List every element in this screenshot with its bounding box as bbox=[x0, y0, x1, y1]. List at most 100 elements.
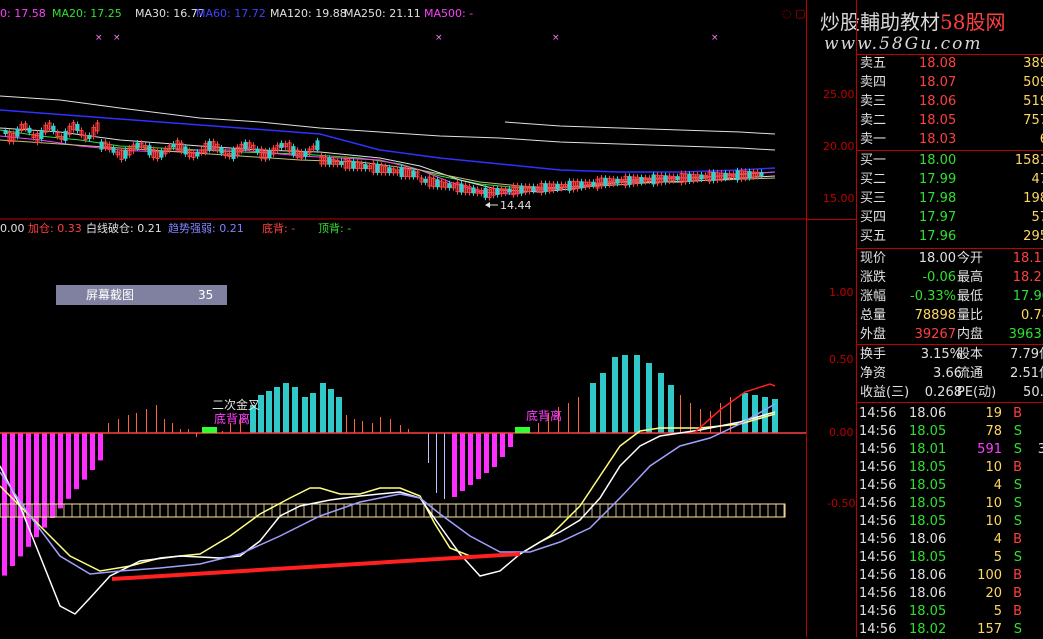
tick-time: 14:56 bbox=[859, 586, 897, 601]
histogram-bar bbox=[742, 393, 748, 433]
tick-row[interactable]: 14:56 18.06 100 B bbox=[857, 566, 1043, 585]
indicator-legend-item: 顶背: - bbox=[318, 222, 352, 235]
histogram-bar bbox=[362, 421, 363, 433]
bid-volume: 295 bbox=[1023, 229, 1043, 244]
tick-price: 18.06 bbox=[909, 586, 947, 601]
indicator-chart[interactable] bbox=[0, 236, 806, 637]
tick-row[interactable]: 14:56 18.05 78 S bbox=[857, 422, 1043, 441]
bid-label: 买二 bbox=[860, 172, 887, 187]
white-line bbox=[0, 411, 776, 615]
histogram-bar bbox=[538, 423, 539, 433]
histogram-bar bbox=[128, 415, 129, 433]
price-chart[interactable] bbox=[0, 0, 806, 220]
tick-row[interactable]: 14:56 18.05 5 S bbox=[857, 548, 1043, 567]
value-axis: 25.00 20.00 15.00 1.00 0.50 0.00 -0.50 bbox=[806, 0, 857, 637]
tick-side: B bbox=[1013, 460, 1022, 475]
tick-row[interactable]: 14:56 18.02 157 S bbox=[857, 620, 1043, 639]
tick-row[interactable]: 14:56 18.06 4 B bbox=[857, 530, 1043, 549]
tick-price: 18.05 bbox=[909, 478, 947, 493]
tick-row[interactable]: 14:56 18.05 5 B bbox=[857, 602, 1043, 621]
bid-volume: 57 bbox=[1031, 210, 1043, 225]
tick-price: 18.05 bbox=[909, 604, 947, 619]
chart-area[interactable]: 0: 17.58 MA20: 17.25 MA30: 16.77 MA60: 17.7… bbox=[0, 0, 806, 637]
tick-price: 18.06 bbox=[909, 532, 947, 547]
histogram-bar bbox=[328, 389, 334, 433]
bid-label: 买三 bbox=[860, 191, 887, 206]
quote-label: 最低 bbox=[957, 289, 984, 304]
histogram-bar bbox=[428, 433, 429, 463]
ask-row: 卖二 18.05 757 bbox=[857, 111, 1043, 130]
bid-price: 17.97 bbox=[919, 210, 957, 225]
bid-price: 17.96 bbox=[919, 229, 957, 244]
ask-row: 卖五 18.08 389 bbox=[857, 54, 1043, 73]
tick-price: 18.05 bbox=[909, 460, 947, 475]
ask-row: 卖三 18.06 519 bbox=[857, 92, 1043, 111]
tick-time: 14:56 bbox=[859, 550, 897, 565]
tick-volume: 10 bbox=[985, 496, 1002, 511]
tick-price: 18.06 bbox=[909, 406, 947, 421]
histogram-bar bbox=[164, 419, 165, 433]
histogram-bar bbox=[634, 355, 640, 433]
ask-label: 卖一 bbox=[860, 132, 887, 147]
quote-label: 今开 bbox=[957, 251, 984, 266]
tick-time: 14:56 bbox=[859, 514, 897, 529]
tick-row[interactable]: 14:56 18.05 4 S bbox=[857, 476, 1043, 495]
bid-label: 买五 bbox=[860, 229, 887, 244]
histogram-bar bbox=[156, 405, 157, 433]
tick-side: S bbox=[1013, 424, 1022, 439]
quote-label: 涨幅 bbox=[860, 289, 887, 304]
fund-row: 净资3.66流通2.51亿 bbox=[857, 364, 1043, 383]
fund-value: 3.15% bbox=[920, 347, 962, 362]
histogram-bar bbox=[274, 387, 280, 433]
ma-line-magenta bbox=[0, 135, 776, 195]
histogram-bar bbox=[436, 433, 437, 493]
price-tick-20: 20.00 bbox=[823, 140, 855, 153]
tick-volume: 10 bbox=[985, 514, 1002, 529]
quote-value: 0.74 bbox=[1021, 308, 1043, 323]
bid-row: 买四 17.97 57 bbox=[857, 208, 1043, 227]
tick-row[interactable]: 14:56 18.05 10 S bbox=[857, 494, 1043, 513]
quote-label: 量比 bbox=[957, 308, 984, 323]
fund-row: 换手 3.15%股本 7.79亿 bbox=[857, 345, 1043, 364]
tick-side: S bbox=[1013, 442, 1022, 457]
tick-time: 14:56 bbox=[859, 406, 897, 421]
tick-side: S bbox=[1013, 496, 1022, 511]
quote-value: 39267 bbox=[914, 327, 956, 342]
quote-label: 总量 bbox=[860, 308, 887, 323]
tick-row[interactable]: 14:56 18.05 10 S bbox=[857, 512, 1043, 531]
quote-value: 18.27 bbox=[1012, 270, 1043, 285]
ask-price: 18.07 bbox=[919, 75, 957, 90]
indicator-legend-item: 0.00 bbox=[0, 222, 25, 235]
histogram-bar bbox=[266, 391, 272, 433]
tick-row[interactable]: 14:56 18.01 591 S 3 bbox=[857, 440, 1043, 459]
tick-time: 14:56 bbox=[859, 478, 897, 493]
histogram-bar bbox=[622, 355, 628, 433]
ask-row: 卖一18.036 bbox=[857, 130, 1043, 149]
histogram-bar bbox=[668, 385, 674, 433]
histogram-bar bbox=[18, 433, 23, 557]
histogram-bar bbox=[310, 393, 316, 433]
histogram-bar bbox=[50, 433, 55, 518]
tick-volume: 78 bbox=[985, 424, 1002, 439]
fund-label: PE(动) bbox=[957, 385, 997, 400]
tick-row[interactable]: 14:56 18.06 20 B bbox=[857, 584, 1043, 603]
quote-row: 涨跌 -0.06最高 18.27 bbox=[857, 268, 1043, 287]
histogram-bar bbox=[336, 397, 342, 433]
quote-row: 现价 18.00今开 18.15 bbox=[857, 249, 1043, 268]
fund-label: 收益(三) bbox=[860, 385, 910, 400]
histogram-bar bbox=[468, 433, 473, 485]
bottom-divergence-label-2: 底背离 bbox=[526, 409, 563, 423]
tick-volume: 10 bbox=[985, 460, 1002, 475]
quote-value: 78898 bbox=[914, 308, 956, 323]
histogram-bar bbox=[600, 373, 606, 433]
histogram-bar bbox=[500, 433, 505, 457]
price-tick-15: 15.00 bbox=[823, 192, 855, 205]
quote-value: 17.90 bbox=[1012, 289, 1043, 304]
histogram-bar bbox=[452, 433, 457, 497]
histogram-bar bbox=[612, 357, 618, 433]
ind-tick-neg05: -0.50 bbox=[827, 497, 856, 510]
tick-row[interactable]: 14:56 18.06 19 B bbox=[857, 404, 1043, 423]
fund-row: 收益(三)0.268PE(动)50.4 bbox=[857, 383, 1043, 402]
tick-row[interactable]: 14:56 18.05 10 B bbox=[857, 458, 1043, 477]
ask-price: 18.08 bbox=[919, 56, 957, 71]
